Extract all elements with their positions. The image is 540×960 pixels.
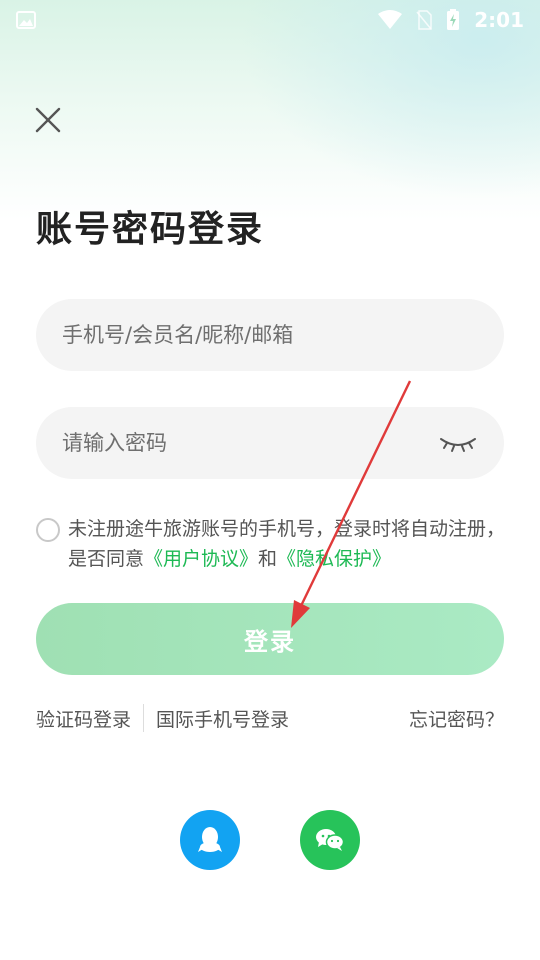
username-field-container[interactable] — [36, 299, 504, 371]
status-bar: 2:01 — [0, 0, 540, 40]
wechat-icon — [316, 829, 345, 851]
agreement-row: 未注册途牛旅游账号的手机号，登录时将自动注册，是否同意《用户协议》和《隐私保护》 — [36, 514, 506, 574]
no-sim-icon — [416, 10, 432, 30]
wechat-login-button[interactable] — [300, 810, 360, 870]
agreement-text: 未注册途牛旅游账号的手机号，登录时将自动注册，是否同意《用户协议》和《隐私保护》 — [68, 514, 506, 574]
eye-closed-icon — [440, 438, 476, 452]
wifi-icon — [378, 10, 403, 29]
qq-login-button[interactable] — [180, 810, 240, 870]
sms-login-link[interactable]: 验证码登录 — [36, 705, 131, 732]
page-title: 账号密码登录 — [36, 209, 265, 250]
login-options-row: 验证码登录 国际手机号登录 忘记密码？ — [36, 702, 504, 734]
status-time: 2:01 — [474, 8, 524, 32]
image-notification-icon — [16, 11, 36, 29]
options-divider — [143, 704, 145, 732]
password-field-container[interactable] — [36, 407, 504, 479]
close-icon — [35, 107, 61, 133]
agreement-checkbox[interactable] — [36, 518, 60, 542]
agreement-and: 和 — [258, 548, 278, 570]
password-visibility-toggle[interactable] — [438, 431, 478, 455]
privacy-link[interactable]: 《隐私保护》 — [277, 548, 391, 570]
intl-phone-login-link[interactable]: 国际手机号登录 — [156, 705, 289, 732]
battery-charging-icon — [447, 9, 460, 30]
social-login-row — [0, 810, 540, 870]
forgot-password-link[interactable]: 忘记密码？ — [409, 705, 504, 732]
username-input[interactable] — [62, 323, 478, 347]
password-input[interactable] — [62, 431, 438, 455]
close-button[interactable] — [32, 104, 64, 136]
qq-icon — [198, 827, 222, 852]
user-agreement-link[interactable]: 《用户协议》 — [144, 548, 258, 570]
login-button[interactable]: 登录 — [36, 603, 504, 675]
